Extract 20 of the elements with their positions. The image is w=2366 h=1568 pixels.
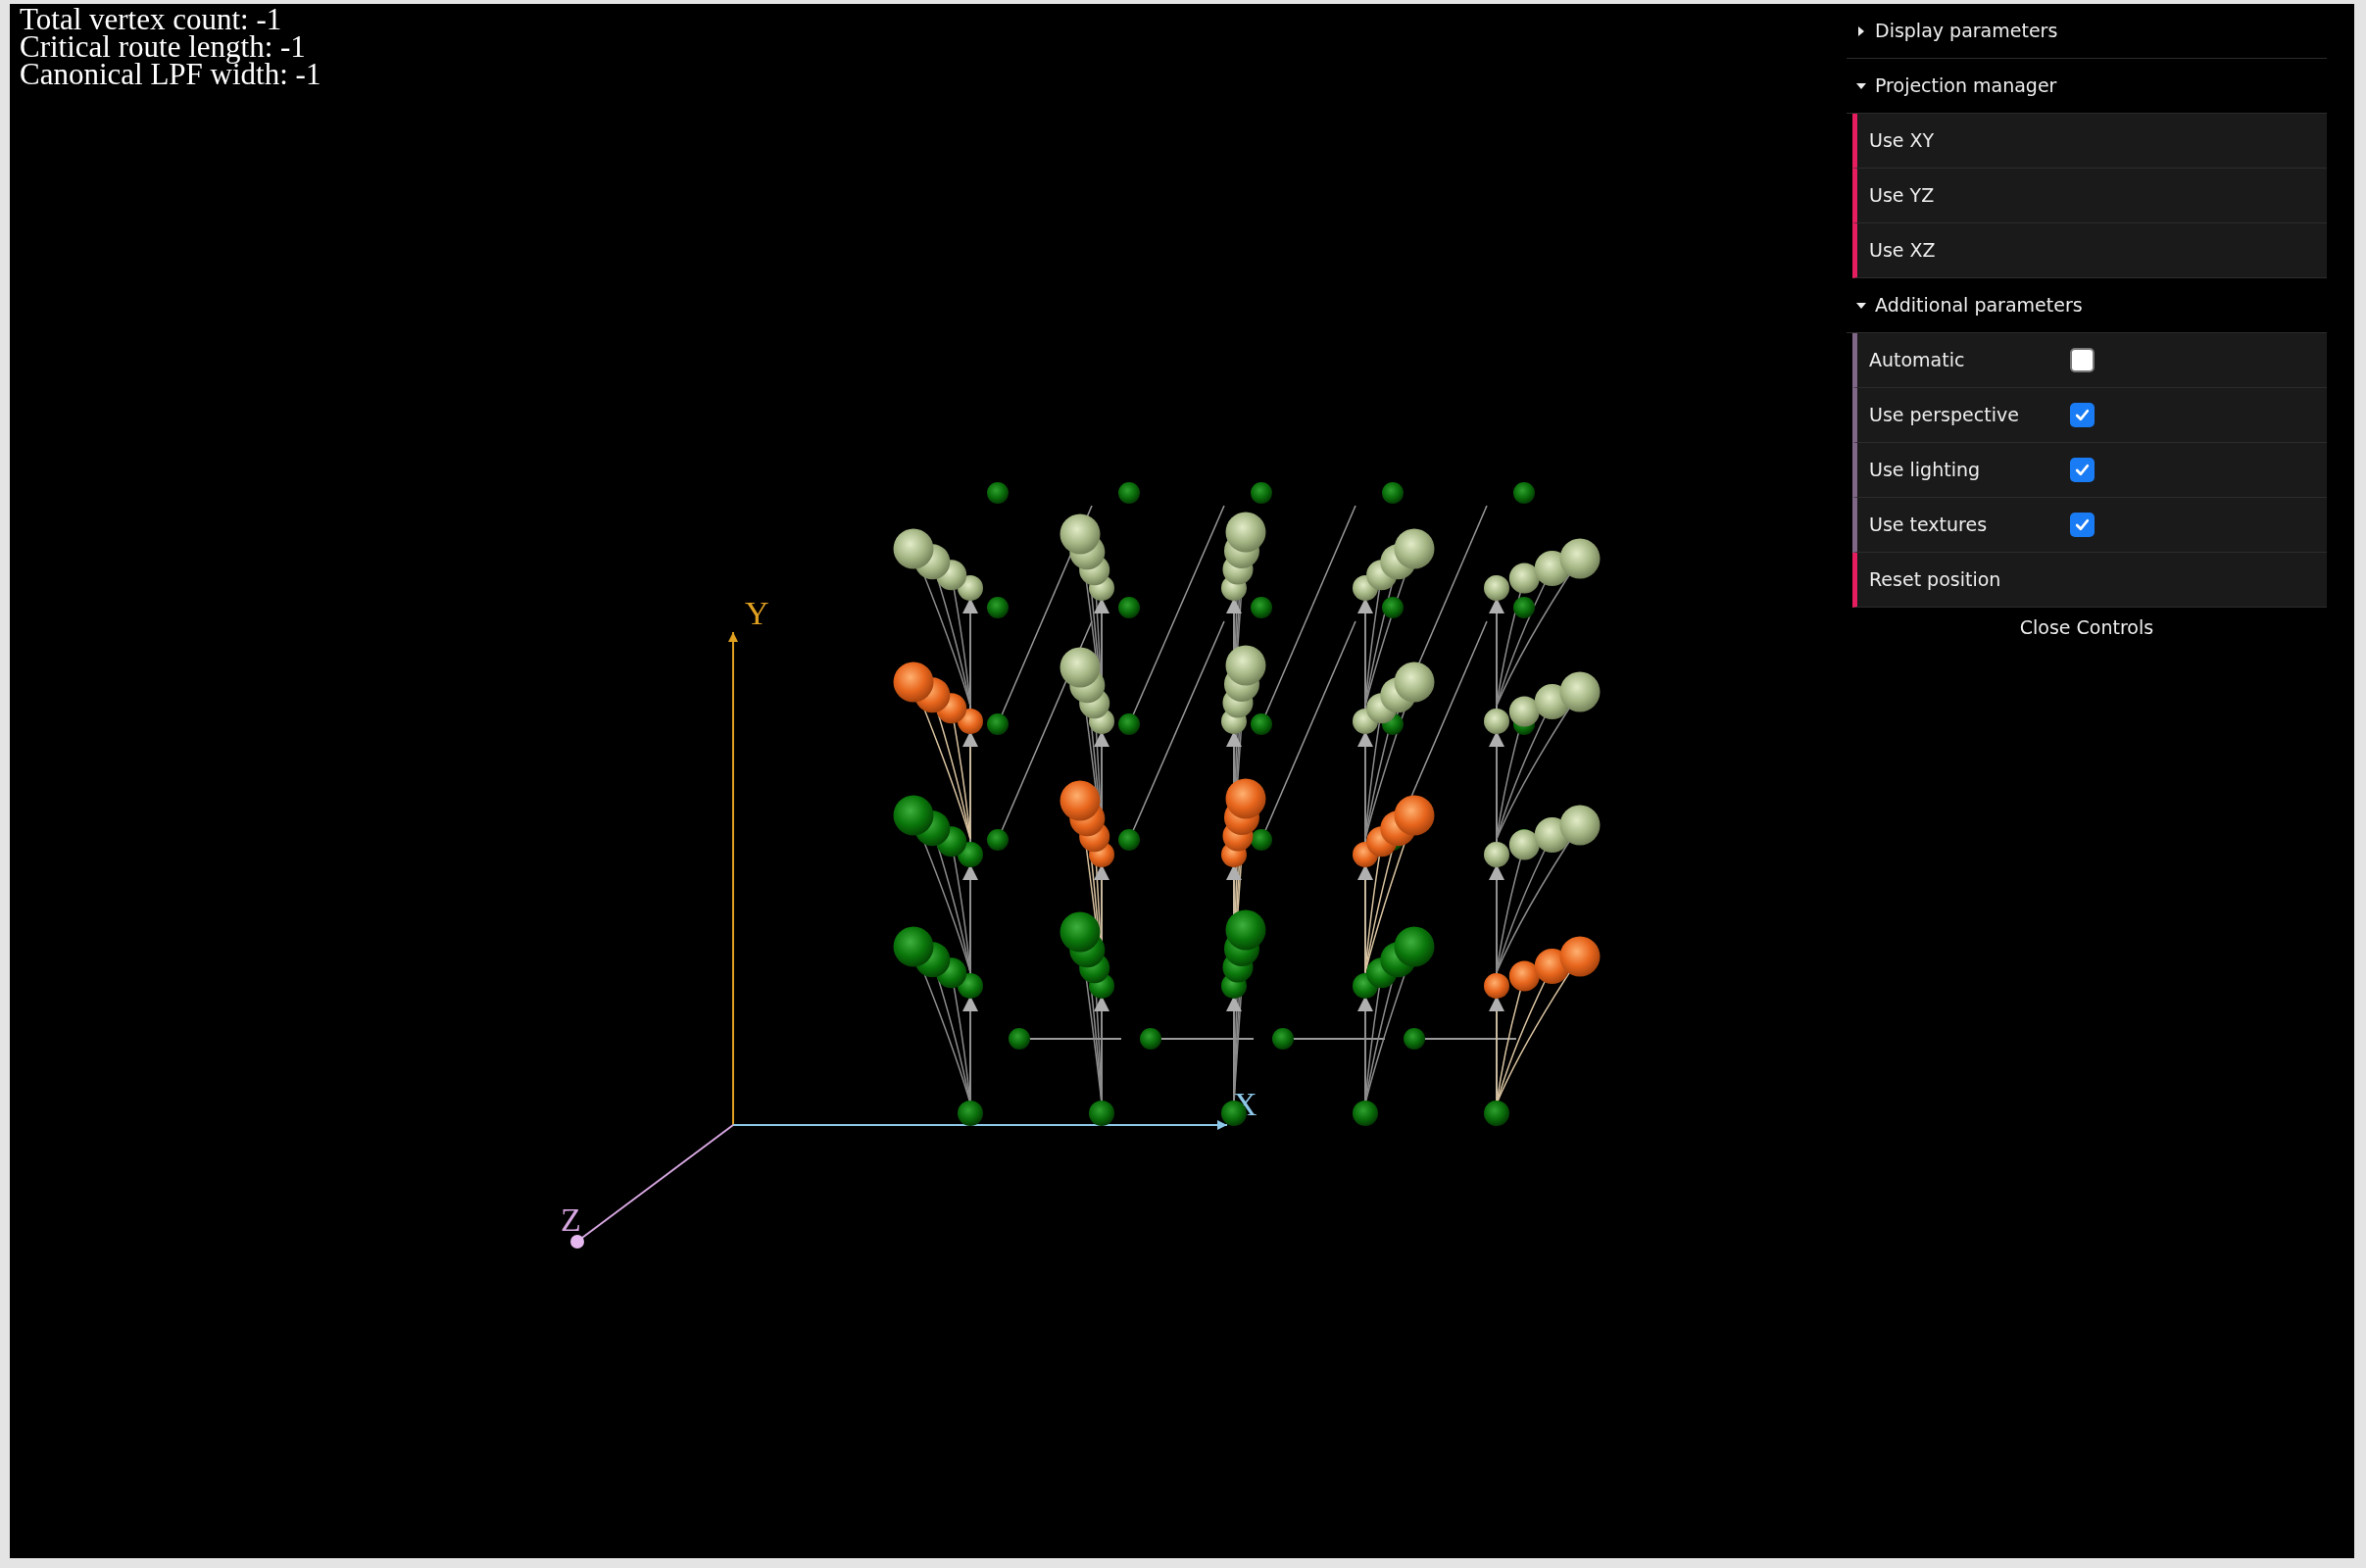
axis-label: Y (745, 595, 769, 631)
action-button[interactable]: Use XZ (1852, 223, 2327, 278)
check-icon (2074, 462, 2091, 478)
checkbox-label: Use perspective (1869, 403, 2020, 428)
axis-label: Z (561, 1201, 581, 1238)
close-controls-button[interactable]: Close Controls (1847, 608, 2327, 647)
checkbox-label: Automatic (1869, 348, 1966, 373)
checkbox[interactable] (2070, 513, 2095, 537)
action-button[interactable]: Use XY (1852, 114, 2327, 169)
checkbox[interactable] (2070, 348, 2095, 372)
stat-text: Canonical LPF width: -1 (20, 61, 321, 88)
action-button[interactable]: Reset position (1852, 553, 2327, 608)
checkbox-label: Use lighting (1869, 458, 1982, 483)
action-button[interactable]: Use YZ (1852, 169, 2327, 223)
check-icon (2074, 516, 2091, 533)
check-icon (2074, 407, 2091, 423)
checkbox[interactable] (2070, 458, 2095, 482)
stat-text: Total vertex count: -1 (20, 6, 283, 33)
checkbox[interactable] (2070, 403, 2095, 427)
checkbox-label: Use textures (1869, 513, 1989, 538)
